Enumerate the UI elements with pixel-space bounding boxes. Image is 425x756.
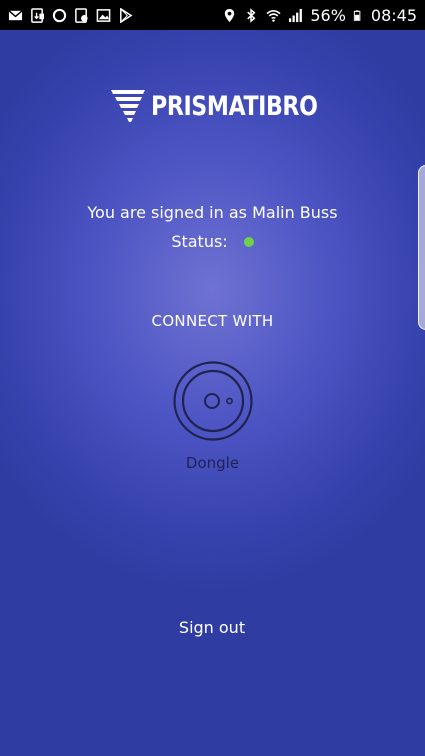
- mail-icon: [8, 9, 23, 20]
- circle-icon: [52, 8, 67, 22]
- clock: 08:45: [370, 5, 417, 25]
- dongle-icon: [173, 361, 253, 441]
- wifi-icon: [266, 9, 281, 22]
- connection-status: Status:: [0, 232, 425, 251]
- signal-icon: [289, 8, 303, 22]
- edge-panel-handle[interactable]: [418, 165, 425, 330]
- status-bar-system: 56% 08:45: [222, 6, 417, 25]
- app-screen: 56% 08:45 PRISMATIBRO You are signed in …: [0, 0, 425, 756]
- status-bar: 56% 08:45: [0, 0, 425, 30]
- download-icon: [31, 7, 45, 23]
- status-label: Status:: [171, 232, 228, 251]
- chat-icon: [75, 7, 88, 23]
- bluetooth-icon: [247, 7, 256, 23]
- status-indicator-dot: [243, 236, 254, 247]
- app-logo: PRISMATIBRO: [0, 86, 425, 126]
- status-bar-notifications: [8, 7, 133, 23]
- dongle-label[interactable]: Dongle: [0, 454, 425, 472]
- logo-text: PRISMATIBRO: [150, 90, 318, 122]
- battery-percent: 56%: [310, 5, 346, 25]
- battery-icon: [353, 9, 361, 21]
- connect-with-heading: CONNECT WITH: [151, 312, 274, 330]
- signed-in-text: You are signed in as Malin Buss: [87, 203, 338, 222]
- play-store-icon: [120, 7, 133, 23]
- sign-out-button[interactable]: Sign out: [162, 616, 262, 639]
- prismatibro-logo-icon: [110, 90, 145, 122]
- image-icon: [96, 8, 111, 22]
- dongle-button[interactable]: [172, 360, 254, 442]
- location-icon: [225, 8, 235, 22]
